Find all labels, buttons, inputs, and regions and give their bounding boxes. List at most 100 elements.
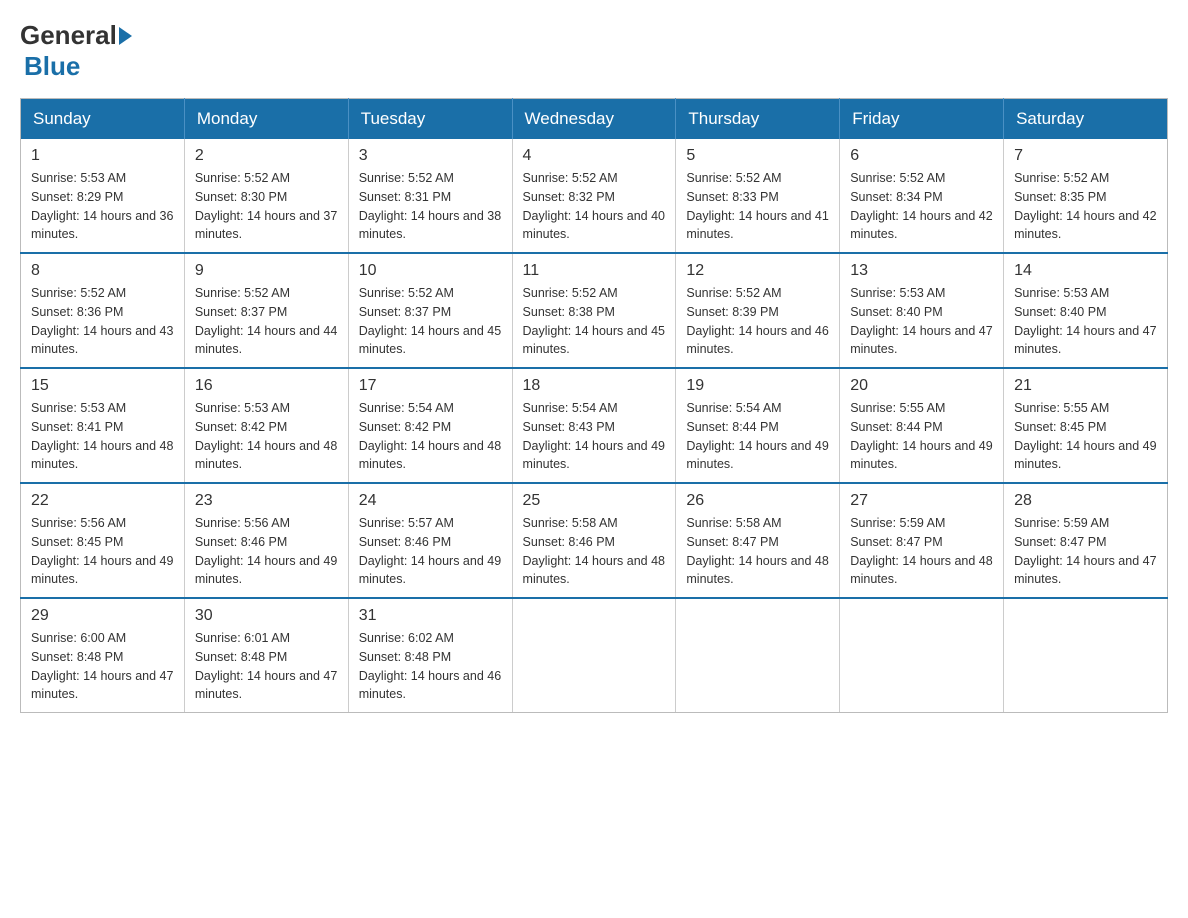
- day-info: Sunrise: 5:52 AMSunset: 8:38 PMDaylight:…: [523, 284, 666, 359]
- calendar-cell: [676, 598, 840, 713]
- day-info: Sunrise: 6:02 AMSunset: 8:48 PMDaylight:…: [359, 629, 502, 704]
- day-number: 27: [850, 492, 993, 510]
- calendar-cell: 21 Sunrise: 5:55 AMSunset: 8:45 PMDaylig…: [1004, 368, 1168, 483]
- day-info: Sunrise: 5:59 AMSunset: 8:47 PMDaylight:…: [850, 514, 993, 589]
- weekday-header-thursday: Thursday: [676, 99, 840, 140]
- day-number: 25: [523, 492, 666, 510]
- weekday-header-wednesday: Wednesday: [512, 99, 676, 140]
- calendar-cell: 20 Sunrise: 5:55 AMSunset: 8:44 PMDaylig…: [840, 368, 1004, 483]
- day-number: 5: [686, 147, 829, 165]
- calendar-cell: 4 Sunrise: 5:52 AMSunset: 8:32 PMDayligh…: [512, 139, 676, 253]
- day-info: Sunrise: 5:58 AMSunset: 8:46 PMDaylight:…: [523, 514, 666, 589]
- day-info: Sunrise: 5:56 AMSunset: 8:46 PMDaylight:…: [195, 514, 338, 589]
- calendar-cell: 14 Sunrise: 5:53 AMSunset: 8:40 PMDaylig…: [1004, 253, 1168, 368]
- day-number: 12: [686, 262, 829, 280]
- calendar-cell: 5 Sunrise: 5:52 AMSunset: 8:33 PMDayligh…: [676, 139, 840, 253]
- day-info: Sunrise: 5:55 AMSunset: 8:45 PMDaylight:…: [1014, 399, 1157, 474]
- calendar-week-row: 15 Sunrise: 5:53 AMSunset: 8:41 PMDaylig…: [21, 368, 1168, 483]
- day-number: 28: [1014, 492, 1157, 510]
- day-info: Sunrise: 5:52 AMSunset: 8:37 PMDaylight:…: [359, 284, 502, 359]
- day-info: Sunrise: 5:53 AMSunset: 8:29 PMDaylight:…: [31, 169, 174, 244]
- logo-general: General: [20, 20, 117, 51]
- day-number: 23: [195, 492, 338, 510]
- day-info: Sunrise: 5:52 AMSunset: 8:34 PMDaylight:…: [850, 169, 993, 244]
- calendar-week-row: 8 Sunrise: 5:52 AMSunset: 8:36 PMDayligh…: [21, 253, 1168, 368]
- day-number: 3: [359, 147, 502, 165]
- calendar-cell: 17 Sunrise: 5:54 AMSunset: 8:42 PMDaylig…: [348, 368, 512, 483]
- day-info: Sunrise: 5:52 AMSunset: 8:30 PMDaylight:…: [195, 169, 338, 244]
- day-number: 6: [850, 147, 993, 165]
- day-number: 15: [31, 377, 174, 395]
- calendar-cell: 19 Sunrise: 5:54 AMSunset: 8:44 PMDaylig…: [676, 368, 840, 483]
- day-number: 30: [195, 607, 338, 625]
- calendar-cell: 23 Sunrise: 5:56 AMSunset: 8:46 PMDaylig…: [184, 483, 348, 598]
- calendar-cell: 6 Sunrise: 5:52 AMSunset: 8:34 PMDayligh…: [840, 139, 1004, 253]
- day-number: 4: [523, 147, 666, 165]
- day-number: 14: [1014, 262, 1157, 280]
- day-number: 26: [686, 492, 829, 510]
- logo: General Blue: [20, 20, 134, 82]
- calendar-cell: [840, 598, 1004, 713]
- day-info: Sunrise: 5:57 AMSunset: 8:46 PMDaylight:…: [359, 514, 502, 589]
- calendar-cell: 9 Sunrise: 5:52 AMSunset: 8:37 PMDayligh…: [184, 253, 348, 368]
- day-info: Sunrise: 5:53 AMSunset: 8:42 PMDaylight:…: [195, 399, 338, 474]
- day-info: Sunrise: 5:54 AMSunset: 8:43 PMDaylight:…: [523, 399, 666, 474]
- calendar-cell: 12 Sunrise: 5:52 AMSunset: 8:39 PMDaylig…: [676, 253, 840, 368]
- day-number: 7: [1014, 147, 1157, 165]
- weekday-header-saturday: Saturday: [1004, 99, 1168, 140]
- day-info: Sunrise: 5:52 AMSunset: 8:35 PMDaylight:…: [1014, 169, 1157, 244]
- day-info: Sunrise: 5:54 AMSunset: 8:42 PMDaylight:…: [359, 399, 502, 474]
- day-number: 31: [359, 607, 502, 625]
- logo-arrow-icon: [119, 27, 132, 45]
- day-number: 9: [195, 262, 338, 280]
- day-number: 13: [850, 262, 993, 280]
- calendar-cell: 13 Sunrise: 5:53 AMSunset: 8:40 PMDaylig…: [840, 253, 1004, 368]
- day-number: 8: [31, 262, 174, 280]
- calendar-table: SundayMondayTuesdayWednesdayThursdayFrid…: [20, 98, 1168, 713]
- day-info: Sunrise: 5:54 AMSunset: 8:44 PMDaylight:…: [686, 399, 829, 474]
- logo-blue: Blue: [24, 51, 80, 81]
- day-info: Sunrise: 5:53 AMSunset: 8:40 PMDaylight:…: [1014, 284, 1157, 359]
- day-info: Sunrise: 5:56 AMSunset: 8:45 PMDaylight:…: [31, 514, 174, 589]
- day-number: 19: [686, 377, 829, 395]
- day-number: 22: [31, 492, 174, 510]
- calendar-cell: 27 Sunrise: 5:59 AMSunset: 8:47 PMDaylig…: [840, 483, 1004, 598]
- day-number: 17: [359, 377, 502, 395]
- day-info: Sunrise: 5:52 AMSunset: 8:33 PMDaylight:…: [686, 169, 829, 244]
- day-number: 10: [359, 262, 502, 280]
- day-number: 24: [359, 492, 502, 510]
- day-number: 21: [1014, 377, 1157, 395]
- calendar-cell: 24 Sunrise: 5:57 AMSunset: 8:46 PMDaylig…: [348, 483, 512, 598]
- weekday-header-tuesday: Tuesday: [348, 99, 512, 140]
- weekday-header-row: SundayMondayTuesdayWednesdayThursdayFrid…: [21, 99, 1168, 140]
- day-info: Sunrise: 5:53 AMSunset: 8:40 PMDaylight:…: [850, 284, 993, 359]
- calendar-cell: 16 Sunrise: 5:53 AMSunset: 8:42 PMDaylig…: [184, 368, 348, 483]
- calendar-cell: 8 Sunrise: 5:52 AMSunset: 8:36 PMDayligh…: [21, 253, 185, 368]
- day-info: Sunrise: 6:01 AMSunset: 8:48 PMDaylight:…: [195, 629, 338, 704]
- day-number: 11: [523, 262, 666, 280]
- calendar-cell: 18 Sunrise: 5:54 AMSunset: 8:43 PMDaylig…: [512, 368, 676, 483]
- day-number: 18: [523, 377, 666, 395]
- calendar-cell: 30 Sunrise: 6:01 AMSunset: 8:48 PMDaylig…: [184, 598, 348, 713]
- calendar-cell: 10 Sunrise: 5:52 AMSunset: 8:37 PMDaylig…: [348, 253, 512, 368]
- calendar-cell: 7 Sunrise: 5:52 AMSunset: 8:35 PMDayligh…: [1004, 139, 1168, 253]
- calendar-week-row: 1 Sunrise: 5:53 AMSunset: 8:29 PMDayligh…: [21, 139, 1168, 253]
- calendar-cell: [1004, 598, 1168, 713]
- day-number: 20: [850, 377, 993, 395]
- logo-line1: General: [20, 20, 134, 51]
- weekday-header-sunday: Sunday: [21, 99, 185, 140]
- day-info: Sunrise: 5:52 AMSunset: 8:37 PMDaylight:…: [195, 284, 338, 359]
- page-header: General Blue: [20, 20, 1168, 82]
- calendar-week-row: 29 Sunrise: 6:00 AMSunset: 8:48 PMDaylig…: [21, 598, 1168, 713]
- calendar-cell: 28 Sunrise: 5:59 AMSunset: 8:47 PMDaylig…: [1004, 483, 1168, 598]
- calendar-cell: 31 Sunrise: 6:02 AMSunset: 8:48 PMDaylig…: [348, 598, 512, 713]
- calendar-cell: 1 Sunrise: 5:53 AMSunset: 8:29 PMDayligh…: [21, 139, 185, 253]
- day-info: Sunrise: 5:52 AMSunset: 8:31 PMDaylight:…: [359, 169, 502, 244]
- day-info: Sunrise: 5:52 AMSunset: 8:39 PMDaylight:…: [686, 284, 829, 359]
- calendar-cell: 3 Sunrise: 5:52 AMSunset: 8:31 PMDayligh…: [348, 139, 512, 253]
- calendar-cell: 26 Sunrise: 5:58 AMSunset: 8:47 PMDaylig…: [676, 483, 840, 598]
- day-info: Sunrise: 5:59 AMSunset: 8:47 PMDaylight:…: [1014, 514, 1157, 589]
- day-number: 2: [195, 147, 338, 165]
- day-info: Sunrise: 5:58 AMSunset: 8:47 PMDaylight:…: [686, 514, 829, 589]
- day-info: Sunrise: 5:55 AMSunset: 8:44 PMDaylight:…: [850, 399, 993, 474]
